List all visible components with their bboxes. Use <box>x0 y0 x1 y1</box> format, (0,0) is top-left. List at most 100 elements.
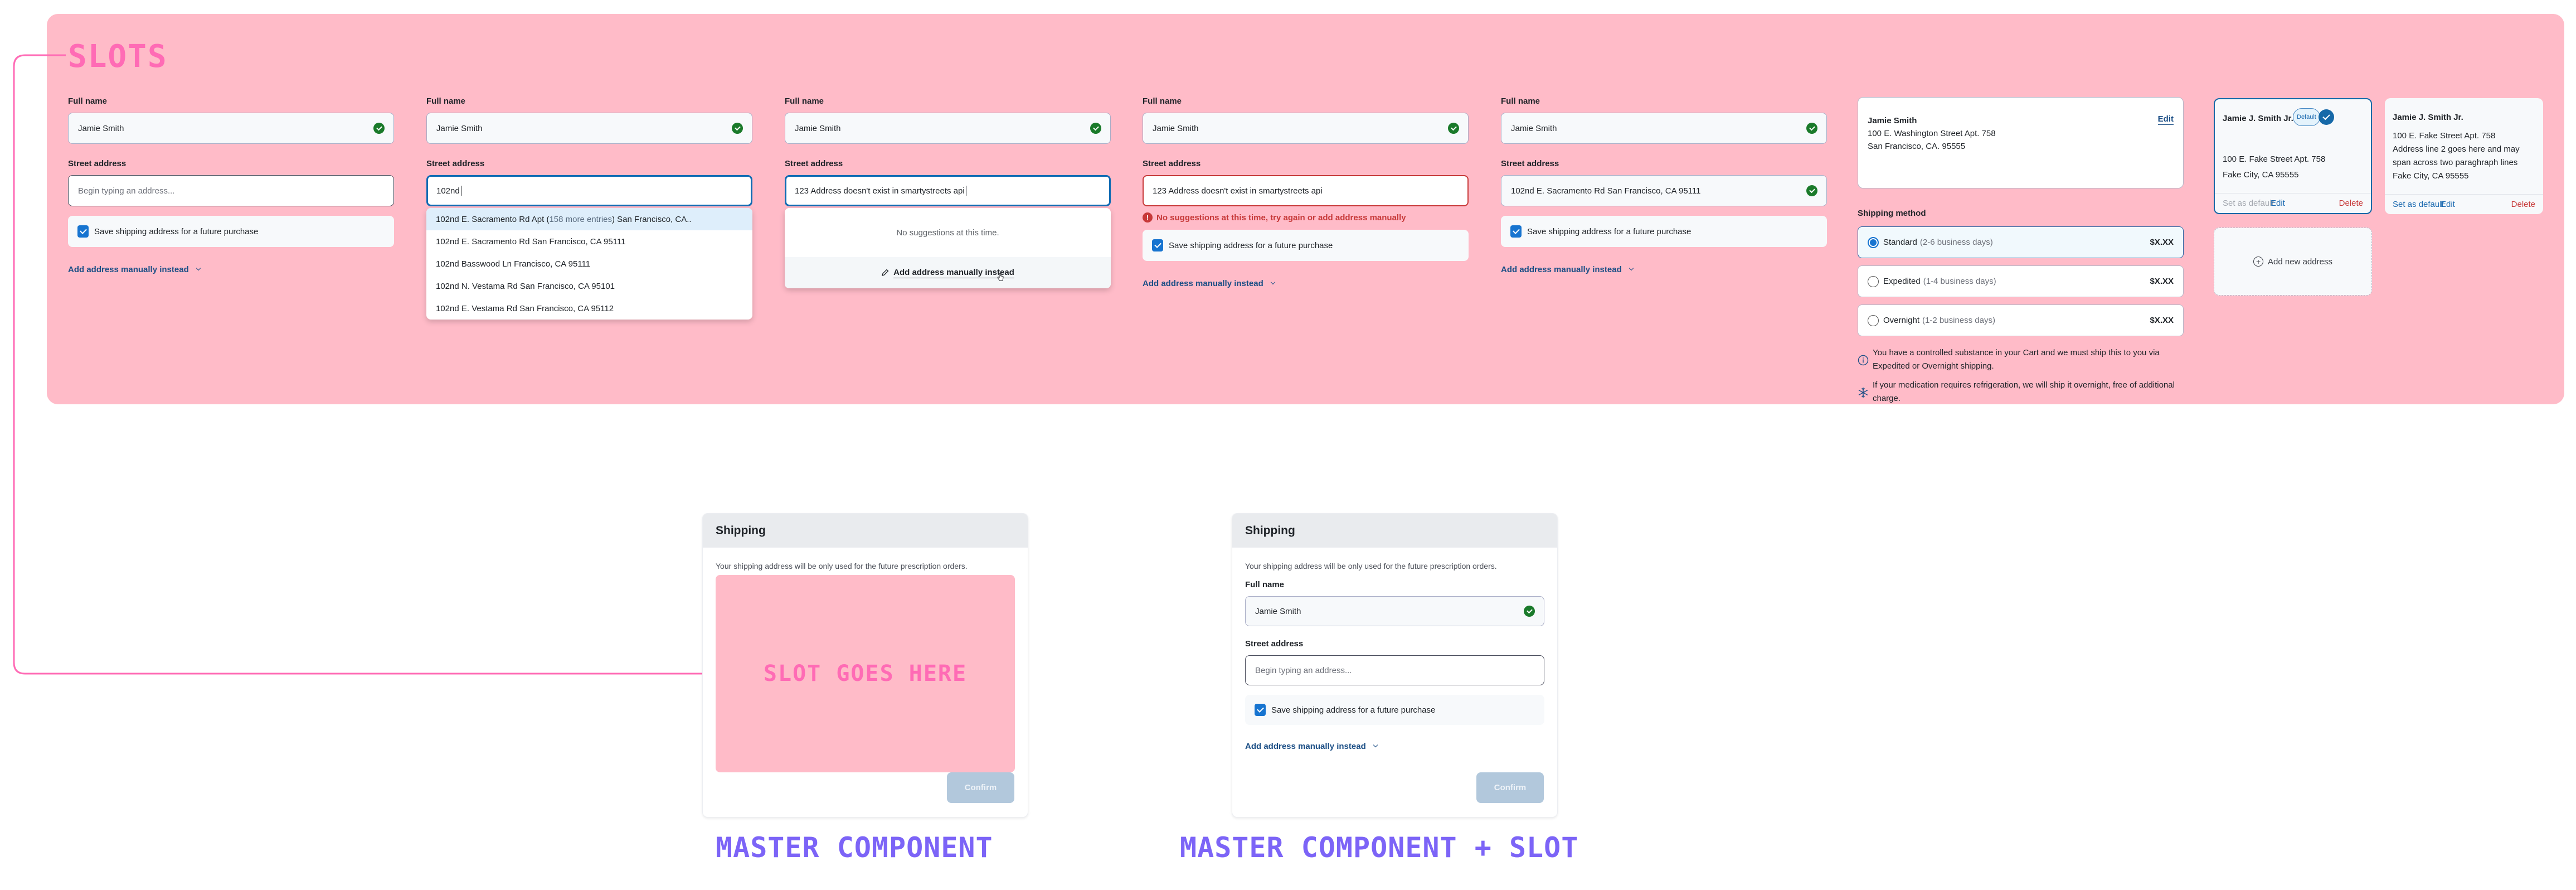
suggestion-item[interactable]: 102nd N. Vestama Rd San Francisco, CA 95… <box>426 275 752 297</box>
master-component-slot-caption: MASTER COMPONENT + SLOT <box>1180 831 1579 864</box>
valid-check-icon <box>1524 606 1535 617</box>
address-suggestions-dropdown: No suggestions at this time. Add address… <box>785 208 1111 288</box>
full-name-value: Jamie Smith <box>1153 123 1199 133</box>
option-price: $X.XX <box>2150 316 2174 325</box>
street-address-value: 102nd <box>436 186 460 196</box>
suggestion-item[interactable]: 102nd Basswood Ln Francisco, CA 95111 <box>426 253 752 275</box>
suggestion-item[interactable]: 102nd E. Vestama Rd San Francisco, CA 95… <box>426 297 752 320</box>
valid-check-icon <box>1448 123 1459 134</box>
street-address-label: Street address <box>1143 159 1201 168</box>
radio-unselected-icon[interactable] <box>1868 275 1879 287</box>
address-line: Fake City, CA 95555 <box>2223 170 2299 180</box>
edit-address-button[interactable]: Edit <box>2271 199 2285 208</box>
street-address-input[interactable]: 102nd <box>426 175 752 206</box>
save-address-label: Save shipping address for a future purch… <box>1169 240 1333 250</box>
address-card[interactable]: Jamie J. Smith Jr. 100 E. Fake Street Ap… <box>2385 98 2543 214</box>
address-card-actions: Set as default Edit Delete <box>2215 193 2371 213</box>
checkbox-checked-icon[interactable] <box>1152 239 1163 251</box>
checkbox-checked-icon[interactable] <box>77 225 89 238</box>
error-alert-icon: ! <box>1143 212 1153 223</box>
address-line: Fake City, CA 95555 <box>2393 171 2469 181</box>
default-badge: Default <box>2293 108 2320 126</box>
street-address-value: 102nd E. Sacramento Rd San Francisco, CA… <box>1511 186 1701 196</box>
chevron-down-icon <box>196 265 201 271</box>
slot-placeholder: SLOT GOES HERE <box>716 575 1015 772</box>
add-address-manually-link[interactable]: Add address manually instead <box>68 264 394 275</box>
suggestion-text: 102nd E. Sacramento Rd Apt ( <box>436 214 550 224</box>
checkbox-checked-icon[interactable] <box>1510 225 1522 238</box>
set-as-default-button[interactable]: Set as default <box>2393 200 2444 209</box>
street-address-input[interactable]: Begin typing an address... <box>1245 655 1544 685</box>
street-address-input[interactable]: 123 Address doesn't exist in smartystree… <box>785 175 1111 206</box>
radio-selected-icon[interactable] <box>1868 236 1879 248</box>
add-address-manually-label: Add address manually instead <box>68 264 189 274</box>
address-form-no-results-state: Full name Jamie Smith Street address 123… <box>785 96 1111 288</box>
option-price: $X.XX <box>2150 277 2174 286</box>
shipping-option-expedited[interactable]: Expedited (1-4 business days) $X.XX <box>1858 265 2184 297</box>
slot-content-address-form: Full name Jamie Smith Street address Beg… <box>1245 579 1544 752</box>
full-name-input[interactable]: Jamie Smith <box>1143 113 1469 144</box>
full-name-input[interactable]: Jamie Smith <box>785 113 1111 144</box>
full-name-value: Jamie Smith <box>1511 123 1557 133</box>
chevron-down-icon <box>1270 279 1275 285</box>
checkbox-checked-icon[interactable] <box>1255 704 1266 716</box>
add-address-manually-link[interactable]: Add address manually instead <box>1143 278 1469 289</box>
save-address-checkbox-row[interactable]: Save shipping address for a future purch… <box>68 216 394 247</box>
refrigeration-note: If your medication requires refrigeratio… <box>1858 379 2184 405</box>
street-address-input[interactable]: 102nd E. Sacramento Rd San Francisco, CA… <box>1501 175 1827 206</box>
address-card-name: Jamie J. Smith Jr. <box>2393 113 2463 122</box>
street-address-placeholder: Begin typing an address... <box>1255 665 1352 675</box>
street-address-input[interactable]: 123 Address doesn't exist in smartystree… <box>1143 175 1469 206</box>
valid-check-icon <box>1806 123 1817 134</box>
add-address-manually-link[interactable]: Add address manually instead <box>1501 264 1827 275</box>
full-name-label: Full name <box>785 96 824 106</box>
controlled-substance-note: You have a controlled substance in your … <box>1858 346 2184 373</box>
shipping-method-section: Jamie Smith 100 E. Washington Street Apt… <box>1858 97 2184 405</box>
full-name-input[interactable]: Jamie Smith <box>1245 596 1544 626</box>
address-line: 100 E. Fake Street Apt. 758 <box>2223 154 2326 164</box>
shipping-card-header: Shipping <box>703 514 1028 548</box>
suggestion-item[interactable]: 102nd E. Sacramento Rd Apt (158 more ent… <box>426 208 752 230</box>
save-address-label: Save shipping address for a future purch… <box>94 226 259 236</box>
edit-address-button[interactable]: Edit <box>2441 200 2455 209</box>
full-name-input[interactable]: Jamie Smith <box>68 113 394 144</box>
street-address-input[interactable]: Begin typing an address... <box>68 175 394 206</box>
address-card-name: Jamie J. Smith Jr. <box>2223 114 2293 123</box>
save-address-checkbox-row[interactable]: Save shipping address for a future purch… <box>1245 695 1544 725</box>
save-address-checkbox-row[interactable]: Save shipping address for a future purch… <box>1143 230 1469 261</box>
shipping-address-summary: Jamie Smith 100 E. Washington Street Apt… <box>1858 97 2184 188</box>
suggestion-item[interactable]: 102nd E. Sacramento Rd San Francisco, CA… <box>426 230 752 253</box>
address-card-default[interactable]: Jamie J. Smith Jr. Default 100 E. Fake S… <box>2214 98 2372 214</box>
radio-unselected-icon[interactable] <box>1868 315 1879 326</box>
add-address-manually-button[interactable]: Add address manually instead <box>785 257 1111 288</box>
full-name-value: Jamie Smith <box>436 123 483 133</box>
confirm-button[interactable]: Confirm <box>1476 772 1544 803</box>
slots-title: SLOTS <box>68 38 168 75</box>
address-form-valid-state: Full name Jamie Smith Street address 102… <box>1501 96 1827 275</box>
street-address-label: Street address <box>1501 159 1559 168</box>
save-address-checkbox-row[interactable]: Save shipping address for a future purch… <box>1501 216 1827 247</box>
delete-address-button[interactable]: Delete <box>2511 200 2535 209</box>
master-component-with-slot-card: Shipping Your shipping address will be o… <box>1232 513 1558 818</box>
edit-address-link[interactable]: Edit <box>2157 114 2174 125</box>
add-new-address-button[interactable]: + Add new address <box>2214 228 2372 296</box>
add-address-manually-label: Add address manually instead <box>1245 741 1366 751</box>
add-address-manually-label: Add address manually instead <box>1143 278 1263 288</box>
pointer-cursor-icon <box>997 273 1004 281</box>
confirm-button[interactable]: Confirm <box>947 772 1014 803</box>
address-form-error-state: Full name Jamie Smith Street address 123… <box>1143 96 1469 289</box>
shipping-option-standard[interactable]: Standard (2-6 business days) $X.XX <box>1858 226 2184 258</box>
option-name: Standard <box>1883 238 1917 247</box>
add-address-manually-link[interactable]: Add address manually instead <box>1245 741 1544 752</box>
shipping-option-overnight[interactable]: Overnight (1-2 business days) $X.XX <box>1858 304 2184 336</box>
delete-address-button[interactable]: Delete <box>2339 199 2363 208</box>
full-name-label: Full name <box>68 96 108 106</box>
address-card-actions: Set as default Edit Delete <box>2385 194 2543 214</box>
full-name-input[interactable]: Jamie Smith <box>1501 113 1827 144</box>
suggestion-text: 102nd N. Vestama Rd San Francisco, CA 95… <box>436 281 615 291</box>
street-address-value: 123 Address doesn't exist in smartystree… <box>1153 186 1323 196</box>
full-name-label: Full name <box>1501 96 1540 106</box>
address-line-1: 100 E. Washington Street Apt. 758 <box>1868 129 1996 138</box>
address-line: span across two paraghraph lines <box>2393 158 2518 167</box>
full-name-input[interactable]: Jamie Smith <box>426 113 752 144</box>
